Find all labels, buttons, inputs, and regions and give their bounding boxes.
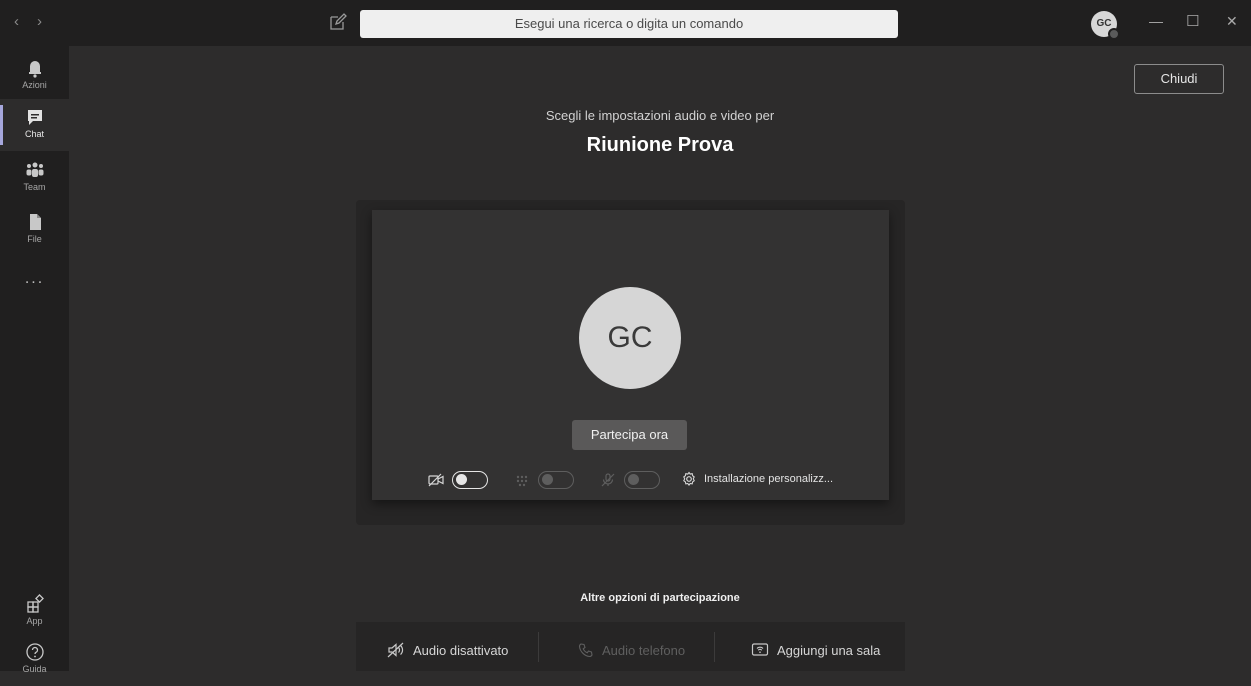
file-icon xyxy=(29,214,41,230)
option-label: Audio telefono xyxy=(602,642,686,658)
other-options-title: Altre opzioni di partecipazione xyxy=(580,592,740,604)
chevron-right-icon[interactable]: › xyxy=(37,13,42,30)
add-room-option[interactable]: Aggiungi una sala xyxy=(751,642,880,658)
join-now-button[interactable]: Partecipa ora xyxy=(572,420,687,450)
rail-item-guida[interactable]: Guida xyxy=(0,634,69,686)
divider xyxy=(714,632,715,662)
microphone-control xyxy=(600,470,660,490)
custom-setup-button[interactable]: Installazione personalizz... xyxy=(681,471,833,487)
team-icon xyxy=(26,162,43,177)
rail-label: File xyxy=(27,234,42,244)
rail-label: Team xyxy=(23,182,46,192)
speaker-off-icon xyxy=(387,642,404,658)
prejoin-subtitle: Scegli le impostazioni audio e video per xyxy=(545,108,775,123)
audio-off-option[interactable]: Audio disattivato xyxy=(387,642,508,658)
rail-item-azioni[interactable]: Azioni xyxy=(0,50,69,102)
rail-item-app[interactable]: App xyxy=(0,586,69,638)
background-blur-icon xyxy=(516,475,528,487)
app-rail: Azioni Chat Team File ... App Guida xyxy=(0,46,69,674)
presence-badge xyxy=(1108,28,1120,40)
phone-audio-option[interactable]: Audio telefono xyxy=(578,642,685,658)
microphone-toggle[interactable] xyxy=(624,471,660,489)
phone-icon xyxy=(578,643,593,658)
chat-icon xyxy=(27,110,42,125)
help-icon xyxy=(25,643,44,661)
rail-label: App xyxy=(26,616,43,626)
chevron-left-icon[interactable]: ‹ xyxy=(14,13,19,30)
rail-label: Azioni xyxy=(22,80,47,90)
rail-label: Guida xyxy=(22,664,47,674)
rail-item-team[interactable]: Team xyxy=(0,152,69,204)
custom-setup-label: Installazione personalizz... xyxy=(704,473,834,485)
maximize-icon[interactable]: ☐ xyxy=(1186,12,1199,30)
bell-icon xyxy=(28,61,41,78)
minimize-icon[interactable]: — xyxy=(1149,13,1163,29)
title-bar: ‹ › Esegui una ricerca o digita un coman… xyxy=(0,0,1251,46)
user-avatar[interactable]: GC xyxy=(1091,11,1120,40)
search-input[interactable]: Esegui una ricerca o digita un comando xyxy=(360,10,898,38)
compose-icon[interactable] xyxy=(328,12,348,32)
nav-arrows: ‹ › xyxy=(14,13,42,30)
apps-icon xyxy=(26,594,44,613)
background-effects-toggle[interactable] xyxy=(538,471,574,489)
user-initials: GC xyxy=(1096,18,1112,29)
option-label: Audio disattivato xyxy=(413,642,509,658)
option-label: Aggiungi una sala xyxy=(777,642,881,658)
toggle-knob xyxy=(542,474,553,485)
gear-icon xyxy=(683,471,695,487)
meeting-title: Riunione Prova xyxy=(586,134,734,156)
rail-item-chat[interactable]: Chat xyxy=(0,99,69,151)
rail-label: Chat xyxy=(24,129,44,139)
close-button[interactable]: Chiudi xyxy=(1134,64,1224,94)
room-icon xyxy=(751,643,769,656)
rail-item-file[interactable]: File xyxy=(0,204,69,256)
microphone-off-icon xyxy=(601,473,615,487)
camera-off-icon xyxy=(428,473,444,487)
close-icon[interactable]: ✕ xyxy=(1226,13,1238,30)
camera-toggle[interactable] xyxy=(452,471,488,489)
user-avatar-large: GC xyxy=(579,287,681,389)
camera-control xyxy=(428,470,488,490)
toggle-knob xyxy=(628,474,639,485)
toggle-knob xyxy=(456,474,467,485)
more-apps-button[interactable]: ... xyxy=(0,270,69,288)
divider xyxy=(538,632,539,662)
background-effects-control xyxy=(514,470,574,490)
